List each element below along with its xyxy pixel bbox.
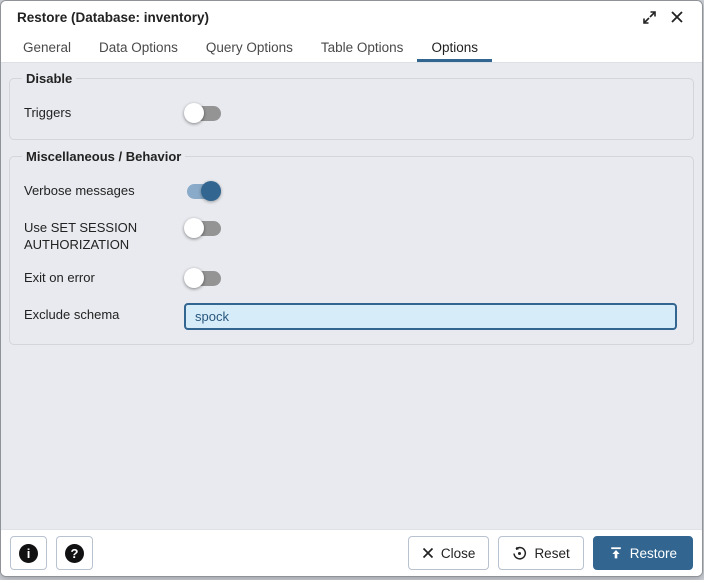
footer-action-buttons: Close Reset Restore [407, 536, 693, 570]
exit-on-error-toggle[interactable] [184, 267, 224, 289]
dialog-footer: i ? Close Reset Restore [1, 529, 702, 576]
set-session-auth-label: Use SET SESSION AUTHORIZATION [24, 220, 138, 252]
tab-data-options[interactable]: Data Options [85, 33, 192, 62]
close-x-icon [422, 547, 434, 559]
reset-button[interactable]: Reset [498, 536, 584, 570]
restore-dialog: Restore (Database: inventory) General Da… [0, 0, 703, 577]
disable-section-legend: Disable [26, 71, 73, 86]
exclude-schema-label: Exclude schema [24, 307, 120, 322]
triggers-control [184, 101, 679, 125]
help-button[interactable]: ? [56, 536, 93, 570]
tab-query-options[interactable]: Query Options [192, 33, 307, 62]
set-session-auth-row: Use SET SESSION AUTHORIZATION [24, 216, 679, 253]
triggers-row: Triggers [24, 101, 679, 125]
verbose-messages-label: Verbose messages [24, 183, 135, 198]
toggle-thumb [184, 268, 204, 288]
reset-button-label: Reset [534, 545, 570, 561]
exclude-schema-row: Exclude schema [24, 303, 679, 330]
info-icon: i [19, 543, 38, 563]
disable-section: Disable Triggers [9, 71, 694, 140]
close-button-label: Close [440, 545, 476, 561]
close-button[interactable]: Close [407, 536, 490, 570]
close-icon[interactable] [666, 6, 688, 28]
restore-upload-icon [610, 547, 621, 559]
exit-on-error-label: Exit on error [24, 270, 95, 285]
set-session-auth-control [184, 216, 679, 240]
help-icon: ? [65, 543, 84, 563]
set-session-auth-toggle[interactable] [184, 217, 224, 239]
triggers-label: Triggers [24, 105, 72, 120]
exclude-schema-input[interactable] [184, 303, 677, 330]
expand-icon-svg [642, 10, 656, 24]
options-panel: Disable Triggers Miscellaneous / Behavio… [1, 63, 702, 529]
dialog-tabbar: General Data Options Query Options Table… [1, 33, 702, 63]
verbose-messages-toggle[interactable] [184, 180, 224, 202]
dialog-title: Restore (Database: inventory) [17, 9, 210, 25]
tab-general[interactable]: General [9, 33, 85, 62]
tab-table-options[interactable]: Table Options [307, 33, 418, 62]
tab-options[interactable]: Options [417, 33, 492, 62]
toggle-thumb [201, 181, 221, 201]
expand-icon[interactable] [638, 6, 660, 28]
triggers-toggle[interactable] [184, 102, 224, 124]
close-icon-svg [671, 11, 683, 23]
exit-on-error-control [184, 266, 679, 290]
verbose-messages-control [184, 179, 679, 203]
reset-icon [513, 546, 527, 559]
misc-behavior-section: Miscellaneous / Behavior Verbose message… [9, 149, 694, 345]
toggle-thumb [184, 218, 204, 238]
exclude-schema-control [184, 303, 679, 330]
toggle-thumb [184, 103, 204, 123]
exit-on-error-row: Exit on error [24, 266, 679, 290]
restore-button[interactable]: Restore [592, 536, 693, 570]
misc-behavior-section-legend: Miscellaneous / Behavior [26, 149, 182, 164]
verbose-messages-row: Verbose messages [24, 179, 679, 203]
info-button[interactable]: i [10, 536, 47, 570]
restore-button-label: Restore [629, 545, 677, 561]
dialog-titlebar: Restore (Database: inventory) [1, 1, 702, 33]
